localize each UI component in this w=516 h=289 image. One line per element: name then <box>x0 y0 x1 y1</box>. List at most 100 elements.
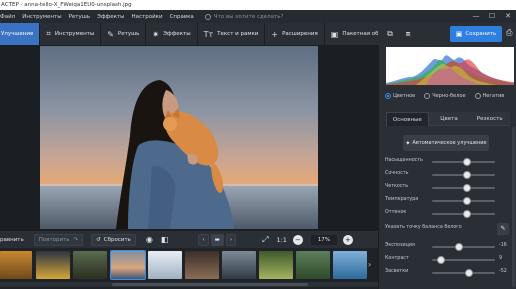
tab-basic[interactable]: Основные <box>386 112 429 126</box>
auto-enhance-label: Автоматическое улучшение <box>412 140 487 146</box>
close-icon[interactable]: ✕ <box>504 12 512 20</box>
thumbnail-selected[interactable] <box>110 250 146 280</box>
panel-tabs: Основные Цвета Резкость <box>386 112 511 126</box>
slider-row: Контраст 9 <box>385 254 511 266</box>
tool-effects[interactable]: ✷ Эффекты <box>146 23 198 45</box>
plus-icon: + <box>271 29 279 39</box>
slider-knob[interactable] <box>437 256 446 264</box>
menu-retouch[interactable]: Ретушь <box>69 14 90 20</box>
slider-row: Насыщенность <box>385 156 511 168</box>
batch-icon: ▣ <box>330 29 339 39</box>
canvas-area <box>0 45 378 231</box>
print-icon[interactable]: ⎙ <box>506 28 512 38</box>
thumbnail[interactable] <box>259 251 293 279</box>
slider-knob[interactable] <box>464 269 473 277</box>
floppy-icon: ▣ <box>455 30 463 38</box>
slider-label: Насыщенность <box>385 158 423 163</box>
mode-color-label: Цветное <box>393 93 416 99</box>
filmstrip-scrollbar[interactable] <box>0 282 378 287</box>
reset-button[interactable]: ↺ Сбросить <box>91 233 136 246</box>
radio-negative[interactable] <box>474 93 481 99</box>
slider-track[interactable] <box>432 210 495 218</box>
slider-track[interactable] <box>432 171 495 179</box>
mode-negative[interactable]: Негатив <box>474 93 504 99</box>
slider-track[interactable] <box>432 158 495 166</box>
slider-knob[interactable] <box>455 243 464 251</box>
thumbnail[interactable] <box>73 251 107 279</box>
before-after-icon[interactable]: ◧ <box>161 235 169 244</box>
tool-retouch[interactable]: ✎ Ретушь <box>101 23 147 45</box>
slider-value: -16 <box>499 243 507 248</box>
radio-color[interactable] <box>385 93 391 99</box>
chevron-right-icon: › <box>229 236 233 243</box>
tool-enhance-label: Улучшение <box>1 31 34 37</box>
mode-color[interactable]: Цветное <box>385 93 415 99</box>
filmstrip-scroll-thumb[interactable] <box>112 283 308 286</box>
mode-bw[interactable]: Черно-белое <box>424 93 466 99</box>
photo-preview[interactable] <box>40 46 318 229</box>
save-button[interactable]: ▣ Сохранить <box>450 26 502 42</box>
maximize-icon[interactable]: ☐ <box>488 12 496 20</box>
prev-photo-button[interactable]: ‹ <box>198 233 209 246</box>
search-input[interactable]: Что вы хотите сделать? <box>214 14 284 20</box>
folder-button[interactable]: ▬ <box>210 233 224 246</box>
slider-knob[interactable] <box>463 184 472 192</box>
menu-file[interactable]: Файл <box>0 14 15 20</box>
slider-value: -52 <box>499 269 507 274</box>
slider-knob[interactable] <box>463 171 472 179</box>
slider-knob[interactable] <box>463 210 472 218</box>
layers-icon[interactable]: ⧈ <box>402 28 414 40</box>
thumbnail[interactable] <box>296 251 330 279</box>
tool-text-frames-label: Текст и рамки <box>217 31 259 37</box>
compare-button[interactable]: равнить <box>0 237 24 243</box>
slider-track[interactable] <box>432 184 495 192</box>
tab-colors[interactable]: Цвета <box>428 112 470 126</box>
auto-enhance-button[interactable]: ✦ Автоматическое улучшение <box>403 135 489 151</box>
reset-icon: ↺ <box>96 236 101 243</box>
tool-retouch-label: Ретушь <box>117 31 140 37</box>
slider-track[interactable] <box>432 197 495 205</box>
thumbnail[interactable] <box>148 251 182 279</box>
zoom-in-button[interactable]: + <box>342 234 353 245</box>
slider-track[interactable] <box>432 256 495 264</box>
thumbnail[interactable] <box>185 251 219 279</box>
sparkle-icon: ✷ <box>152 29 160 39</box>
chevron-left-icon: ‹ <box>202 236 205 243</box>
filmstrip-next-icon[interactable]: › <box>368 260 371 269</box>
menu-effects[interactable]: Эффекты <box>97 14 125 20</box>
tool-enhance[interactable]: Улучшение <box>0 23 41 45</box>
thumbnail[interactable] <box>0 251 32 279</box>
slider-knob[interactable] <box>463 158 472 166</box>
tab-sharpness[interactable]: Резкость <box>469 112 511 126</box>
thumbnail[interactable] <box>222 251 256 279</box>
ratio-button[interactable]: 1:1 <box>276 236 286 244</box>
radio-bw[interactable] <box>424 93 431 99</box>
white-balance-label: Указать точку баланса белого <box>385 225 462 230</box>
menu-settings[interactable]: Настройки <box>132 14 163 20</box>
menu-help[interactable]: Справка <box>170 14 194 20</box>
main-toolbar: Улучшение ⌗ Инструменты ✎ Ретушь ✷ Эффек… <box>0 23 402 45</box>
redo-button[interactable]: Повторить ↷ <box>33 233 84 246</box>
tool-instruments[interactable]: ⌗ Инструменты <box>40 23 102 45</box>
history-icon[interactable]: ⧉ <box>384 28 396 40</box>
adjustments-panel: Цветное Черно-белое Негатив Основные Цве… <box>378 45 516 289</box>
minimize-icon[interactable]: — <box>472 12 480 20</box>
panel-scrollbar[interactable] <box>512 127 515 287</box>
slider-knob[interactable] <box>463 197 472 205</box>
thumbnail[interactable] <box>36 251 70 279</box>
tool-text-frames[interactable]: Tт Текст и рамки <box>198 23 266 45</box>
eye-icon[interactable]: ◉ <box>146 235 153 244</box>
slider-label: Оттенок <box>385 210 407 215</box>
search-box[interactable]: Что вы хотите сделать? <box>204 13 284 20</box>
thumbnail[interactable] <box>333 251 367 279</box>
menu-tools[interactable]: Инструменты <box>22 14 61 20</box>
slider-label: Засветки <box>385 269 409 274</box>
tool-extensions[interactable]: + Расширения <box>265 23 325 45</box>
zoom-out-button[interactable]: − <box>292 234 303 245</box>
white-balance-row: Указать точку баланса белого ✎ <box>385 223 511 237</box>
slider-track[interactable] <box>432 243 495 251</box>
next-photo-button[interactable]: › <box>225 233 237 246</box>
slider-track[interactable] <box>432 269 495 277</box>
eyedropper-icon[interactable]: ✎ <box>497 223 509 235</box>
fit-screen-icon[interactable]: ⤢ <box>262 235 268 245</box>
